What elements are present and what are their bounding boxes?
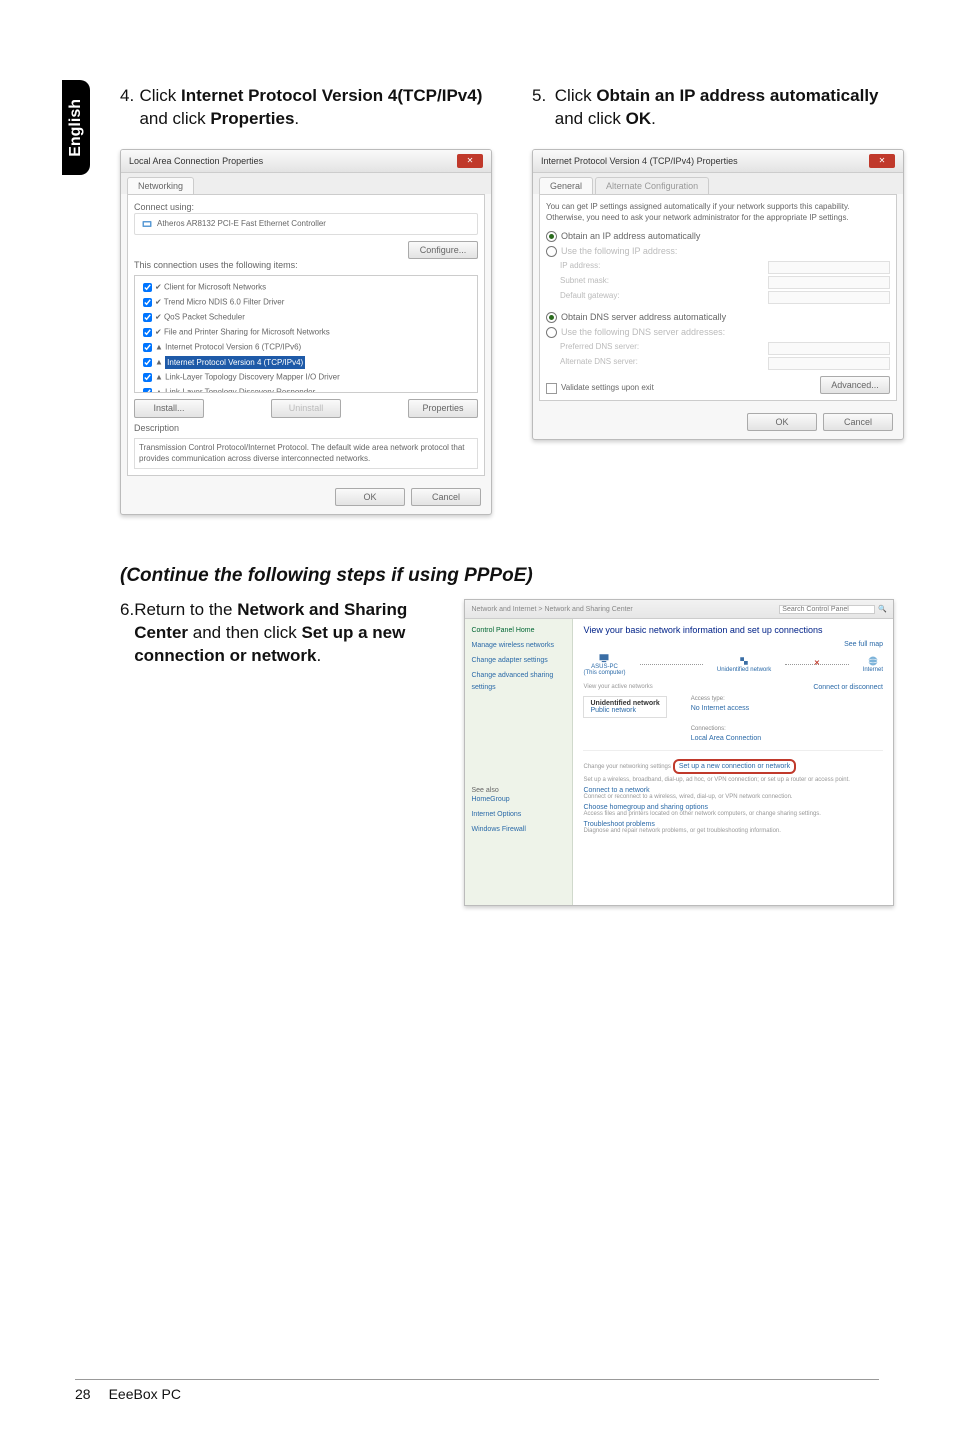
description-label: Description (134, 422, 478, 434)
troubleshoot-link[interactable]: Troubleshoot problems (583, 821, 883, 828)
uninstall-button: Uninstall (271, 399, 341, 417)
sidebar-item[interactable]: Windows Firewall (471, 824, 566, 836)
search-icon[interactable]: 🔍 (878, 605, 887, 614)
field-gateway: Default gateway: (560, 291, 890, 304)
step5-text: Click Obtain an IP address automatically… (555, 85, 904, 131)
description-text: Transmission Control Protocol/Internet P… (134, 438, 478, 470)
step6-text: Return to the Network and Sharing Center… (134, 599, 434, 668)
step4-number: 4. (120, 85, 139, 131)
step-4: 4. Click Internet Protocol Version 4(TCP… (120, 85, 492, 515)
advanced-button[interactable]: Advanced... (820, 376, 890, 394)
globe-icon (867, 655, 879, 667)
step6-number: 6. (120, 599, 134, 668)
sidebar-item[interactable]: Change advanced sharing settings (471, 670, 566, 694)
components-listbox[interactable]: ✔ Client for Microsoft Networks ✔ Trend … (134, 275, 478, 393)
sidebar-home[interactable]: Control Panel Home (471, 625, 566, 637)
tab-networking[interactable]: Networking (127, 177, 194, 194)
connection-link[interactable]: Local Area Connection (691, 734, 761, 744)
close-icon[interactable]: ✕ (457, 154, 483, 168)
field-alt-dns: Alternate DNS server: (560, 357, 890, 370)
adapter-icon (141, 218, 153, 230)
field-ip-address: IP address: (560, 261, 890, 274)
product-name: EeeBox PC (109, 1386, 181, 1402)
step-5: 5. Click Obtain an IP address automatica… (532, 85, 904, 515)
active-networks-label: View your active networks (583, 684, 652, 691)
list-item-selected[interactable]: ▲ Internet Protocol Version 4 (TCP/IPv4) (139, 355, 473, 370)
see-full-map-link[interactable]: See full map (583, 641, 883, 648)
network-diagram: ASUS-PC (This computer) Unidentified net… (583, 652, 883, 676)
dialog-titlebar: Internet Protocol Version 4 (TCP/IPv4) P… (533, 150, 903, 173)
list-item[interactable]: ✔ QoS Packet Scheduler (139, 310, 473, 325)
list-item[interactable]: ▲ Internet Protocol Version 6 (TCP/IPv6) (139, 340, 473, 355)
list-item[interactable]: ✔ Trend Micro NDIS 6.0 Filter Driver (139, 295, 473, 310)
step5-number: 5. (532, 85, 555, 131)
cancel-button[interactable]: Cancel (823, 413, 893, 431)
validate-checkbox[interactable]: Validate settings upon exit (546, 383, 654, 394)
configure-button[interactable]: Configure... (408, 241, 478, 259)
connect-disconnect-link[interactable]: Connect or disconnect (813, 684, 883, 691)
change-settings-label: Change your networking settings (583, 764, 670, 770)
page-footer: 28 EeeBox PC (75, 1379, 879, 1402)
sidebar-item[interactable]: Internet Options (471, 809, 566, 821)
list-item[interactable]: ✔ Client for Microsoft Networks (139, 280, 473, 295)
radio-use-ip[interactable]: Use the following IP address: (546, 244, 890, 259)
dialog-title: Internet Protocol Version 4 (TCP/IPv4) P… (541, 155, 738, 167)
dialog-title: Local Area Connection Properties (129, 155, 263, 167)
install-button[interactable]: Install... (134, 399, 204, 417)
tab-alternate[interactable]: Alternate Configuration (595, 177, 709, 194)
cancel-button[interactable]: Cancel (411, 488, 481, 506)
search-input[interactable] (779, 605, 875, 614)
network-icon (738, 655, 750, 667)
radio-use-dns[interactable]: Use the following DNS server addresses: (546, 325, 890, 340)
page-number: 28 (75, 1386, 91, 1402)
network-sharing-center: Network and Internet > Network and Shari… (464, 599, 894, 906)
dialog-titlebar: Local Area Connection Properties ✕ (121, 150, 491, 173)
close-icon[interactable]: ✕ (869, 154, 895, 168)
lan-properties-dialog: Local Area Connection Properties ✕ Netwo… (120, 149, 492, 516)
ok-button[interactable]: OK (335, 488, 405, 506)
sidebar-item[interactable]: Manage wireless networks (471, 640, 566, 652)
field-subnet: Subnet mask: (560, 276, 890, 289)
connect-network-link[interactable]: Connect to a network (583, 787, 883, 794)
ipv4-intro: You can get IP settings assigned automat… (546, 201, 890, 223)
ns-toolbar: Network and Internet > Network and Shari… (465, 600, 893, 619)
field-pref-dns: Preferred DNS server: (560, 342, 890, 355)
connect-using-label: Connect using: (134, 201, 478, 213)
list-item[interactable]: ▲ Link-Layer Topology Discovery Mapper I… (139, 370, 473, 385)
tab-general[interactable]: General (539, 177, 593, 194)
active-network-box[interactable]: Unidentified network Public network (583, 696, 666, 718)
ok-button[interactable]: OK (747, 413, 817, 431)
radio-obtain-ip[interactable]: Obtain an IP address automatically (546, 229, 890, 244)
computer-icon (598, 652, 610, 664)
homegroup-link[interactable]: Choose homegroup and sharing options (583, 804, 883, 811)
adapter-name: Atheros AR8132 PCI-E Fast Ethernet Contr… (157, 219, 326, 230)
list-item[interactable]: ✔ File and Printer Sharing for Microsoft… (139, 325, 473, 340)
step4-text: Click Internet Protocol Version 4(TCP/IP… (139, 85, 492, 131)
pppoe-heading: (Continue the following steps if using P… (120, 565, 894, 587)
ns-heading: View your basic network information and … (583, 625, 883, 635)
sidebar-item[interactable]: HomeGroup (471, 794, 566, 806)
step-6: 6. Return to the Network and Sharing Cen… (120, 599, 434, 906)
items-label: This connection uses the following items… (134, 259, 478, 271)
radio-obtain-dns[interactable]: Obtain DNS server address automatically (546, 310, 890, 325)
sidebar-item[interactable]: Change adapter settings (471, 655, 566, 667)
connection-error-icon: ✕ (814, 659, 820, 667)
list-item[interactable]: ▲ Link-Layer Topology Discovery Responde… (139, 385, 473, 393)
setup-new-connection-link[interactable]: Set up a new connection or network (679, 763, 790, 770)
ns-sidebar: Control Panel Home Manage wireless netwo… (465, 619, 573, 906)
sidebar-seealso: See also (471, 787, 566, 794)
ipv4-properties-dialog: Internet Protocol Version 4 (TCP/IPv4) P… (532, 149, 904, 440)
properties-button[interactable]: Properties (408, 399, 478, 417)
breadcrumb[interactable]: Network and Internet > Network and Shari… (471, 606, 632, 613)
